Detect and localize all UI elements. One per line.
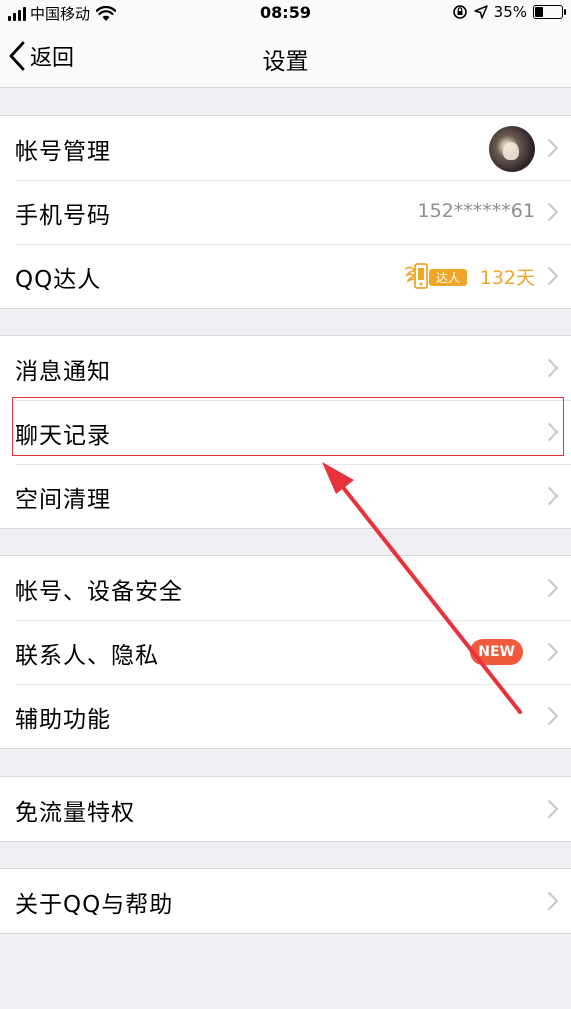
settings-group-account: 帐号管理 手机号码 152******61 QQ达人 达人 132天 — [0, 115, 571, 309]
daren-badge-text: 达人 — [436, 271, 460, 285]
chevron-right-icon — [548, 800, 558, 818]
settings-group-messages: 消息通知 聊天记录 空间清理 — [0, 335, 571, 529]
status-bar: 中国移动 08:59 35% — [0, 0, 571, 26]
row-message-notifications[interactable]: 消息通知 — [0, 336, 571, 400]
row-label: 空间清理 — [15, 487, 111, 513]
row-label: 消息通知 — [15, 359, 111, 385]
status-right: 35% — [452, 3, 566, 21]
new-badge: NEW — [470, 639, 523, 665]
daren-days-value: 132天 — [479, 267, 535, 289]
row-label: 帐号、设备安全 — [15, 579, 183, 605]
daren-badge-icon: 达人 — [404, 263, 467, 289]
chevron-right-icon — [548, 892, 558, 910]
row-label: QQ达人 — [15, 267, 102, 293]
settings-group-about: 关于QQ与帮助 — [0, 868, 571, 934]
row-phone-number[interactable]: 手机号码 152******61 — [0, 180, 571, 244]
orientation-lock-icon — [452, 5, 467, 19]
avatar — [489, 126, 535, 172]
row-chat-history[interactable]: 聊天记录 — [0, 400, 571, 464]
row-label: 关于QQ与帮助 — [15, 892, 174, 918]
row-label: 免流量特权 — [15, 800, 135, 826]
navigation-bar: 返回 设置 — [0, 26, 571, 88]
chevron-right-icon — [548, 707, 558, 725]
chevron-right-icon — [548, 579, 558, 597]
row-accessibility[interactable]: 辅助功能 — [0, 684, 571, 748]
location-icon — [473, 5, 488, 19]
row-storage-cleanup[interactable]: 空间清理 — [0, 464, 571, 528]
row-account-management[interactable]: 帐号管理 — [0, 116, 571, 180]
battery-percent: 35% — [493, 3, 527, 21]
row-about-help[interactable]: 关于QQ与帮助 — [0, 869, 571, 933]
chevron-right-icon — [548, 139, 558, 157]
row-label: 帐号管理 — [15, 139, 111, 165]
row-qq-daren[interactable]: QQ达人 达人 132天 — [0, 244, 571, 308]
battery-fill — [535, 7, 543, 17]
settings-group-data-free: 免流量特权 — [0, 776, 571, 842]
settings-group-security: 帐号、设备安全 联系人、隐私 NEW 辅助功能 — [0, 555, 571, 749]
chevron-right-icon — [548, 487, 558, 505]
phone-number-value: 152******61 — [417, 200, 535, 222]
chevron-right-icon — [548, 643, 558, 661]
row-label: 辅助功能 — [15, 707, 111, 733]
chevron-right-icon — [548, 267, 558, 285]
row-label: 手机号码 — [15, 203, 111, 229]
chevron-right-icon — [548, 423, 558, 441]
page-title: 设置 — [262, 49, 309, 75]
row-data-free-privilege[interactable]: 免流量特权 — [0, 777, 571, 841]
row-account-device-security[interactable]: 帐号、设备安全 — [0, 556, 571, 620]
row-label: 聊天记录 — [15, 423, 111, 449]
chevron-right-icon — [548, 359, 558, 377]
row-contacts-privacy[interactable]: 联系人、隐私 NEW — [0, 620, 571, 684]
chevron-right-icon — [548, 203, 558, 221]
row-label: 联系人、隐私 — [15, 643, 159, 669]
battery-icon — [533, 5, 566, 19]
